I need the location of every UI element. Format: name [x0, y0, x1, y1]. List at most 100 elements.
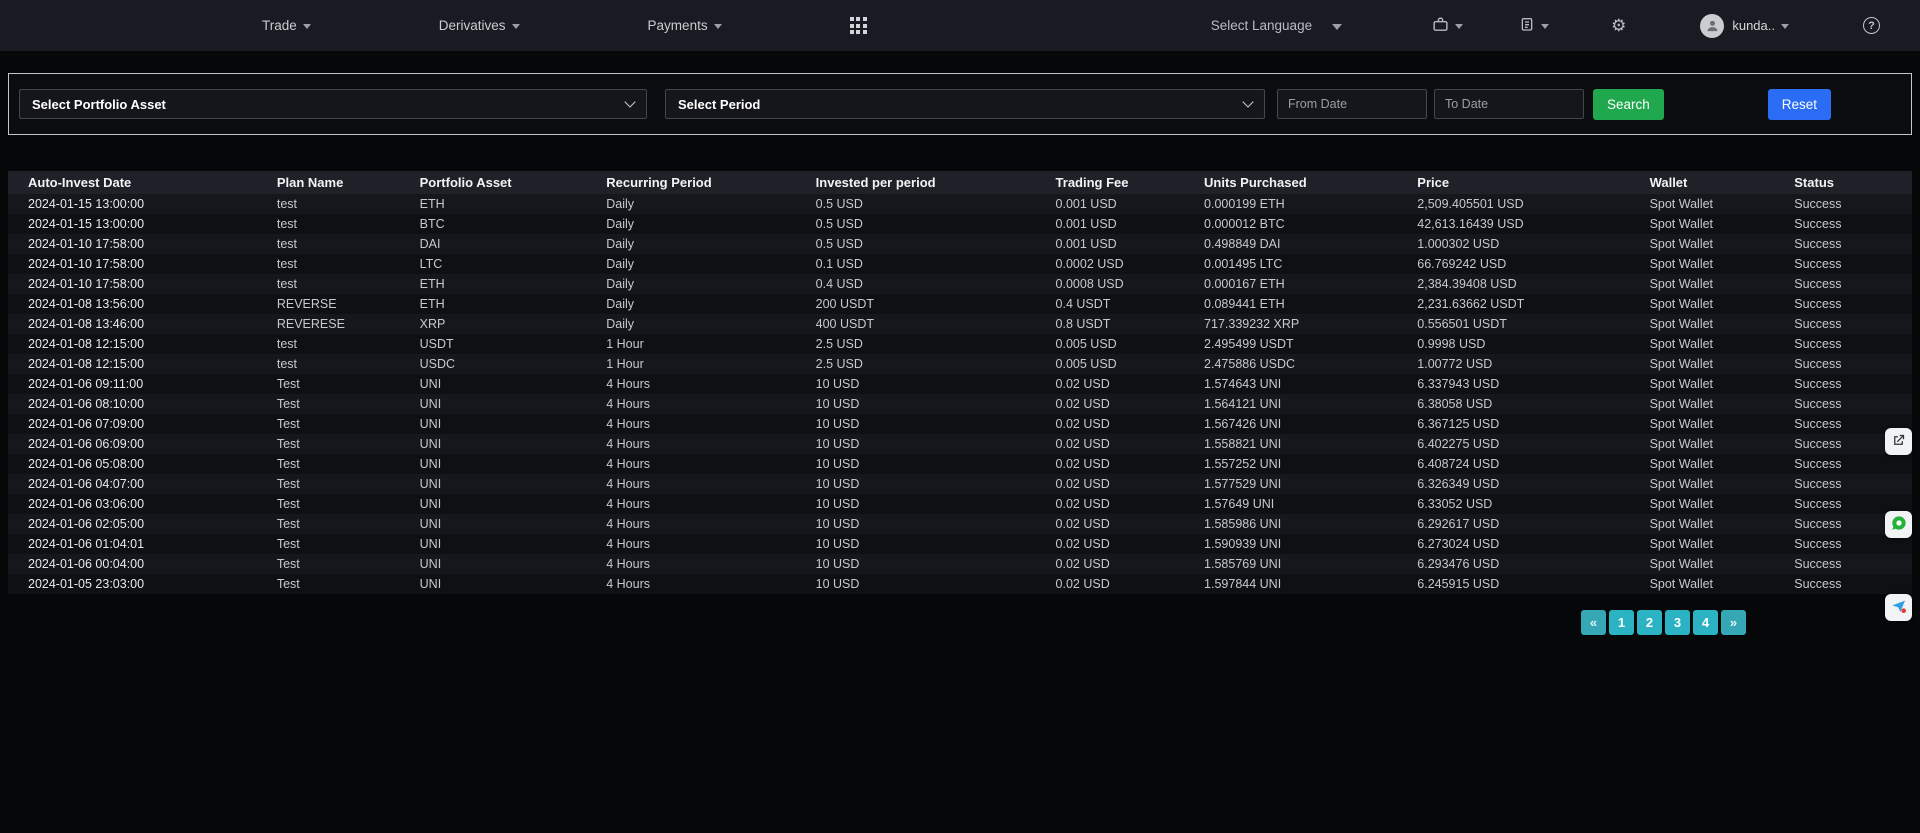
table-cell: 10 USD — [808, 454, 1048, 474]
table-cell: 6.326349 USD — [1409, 474, 1641, 494]
nav-item-trade[interactable]: Trade — [262, 18, 311, 33]
table-row: 2024-01-06 02:05:00TestUNI4 Hours10 USD0… — [8, 514, 1912, 534]
table-cell: 4 Hours — [598, 554, 807, 574]
table-cell: Spot Wallet — [1642, 254, 1787, 274]
portfolio-asset-select[interactable]: Select Portfolio Asset — [19, 89, 647, 119]
table-cell: UNI — [412, 394, 599, 414]
table-cell: 2024-01-10 17:58:00 — [8, 234, 269, 254]
table-cell: 2024-01-06 05:08:00 — [8, 454, 269, 474]
table-cell: 2024-01-06 06:09:00 — [8, 434, 269, 454]
table-cell: 2024-01-06 04:07:00 — [8, 474, 269, 494]
column-header: Auto-Invest Date — [8, 171, 269, 194]
table-cell: 2024-01-08 13:46:00 — [8, 314, 269, 334]
orders-icon — [1519, 16, 1535, 35]
pagination-page-4[interactable]: 4 — [1693, 610, 1718, 635]
green-chat-icon — [1891, 515, 1907, 534]
table-cell: Spot Wallet — [1642, 214, 1787, 234]
column-header: Trading Fee — [1048, 171, 1197, 194]
table-cell: 1.558821 UNI — [1196, 434, 1409, 454]
chevron-down-icon — [624, 96, 635, 107]
table-cell: 4 Hours — [598, 454, 807, 474]
table-cell: 0.000167 ETH — [1196, 274, 1409, 294]
table-cell: 1.567426 UNI — [1196, 414, 1409, 434]
table-cell: 10 USD — [808, 474, 1048, 494]
table-cell: Spot Wallet — [1642, 314, 1787, 334]
table-cell: 10 USD — [808, 374, 1048, 394]
table-cell: 2.495499 USDT — [1196, 334, 1409, 354]
language-selector[interactable]: Select Language — [1211, 18, 1342, 33]
table-cell: 2024-01-06 00:04:00 — [8, 554, 269, 574]
table-cell: 4 Hours — [598, 434, 807, 454]
from-date-input[interactable] — [1277, 89, 1427, 119]
pagination-page-3[interactable]: 3 — [1665, 610, 1690, 635]
wallet-menu[interactable] — [1432, 16, 1463, 36]
table-cell: test — [269, 334, 412, 354]
pagination-prev[interactable]: « — [1581, 610, 1606, 635]
settings-button[interactable]: ⚙ — [1611, 17, 1626, 34]
nav-item-label: Trade — [262, 18, 297, 33]
table-cell: 6.38058 USD — [1409, 394, 1641, 414]
table-cell: UNI — [412, 534, 599, 554]
table-cell: 6.245915 USD — [1409, 574, 1641, 594]
table-cell: Spot Wallet — [1642, 554, 1787, 574]
help-button[interactable]: ? — [1863, 17, 1880, 34]
table-cell: 1.597844 UNI — [1196, 574, 1409, 594]
table-cell: Spot Wallet — [1642, 494, 1787, 514]
column-header: Units Purchased — [1196, 171, 1409, 194]
table-cell: Success — [1786, 274, 1912, 294]
table-row: 2024-01-15 13:00:00testETHDaily0.5 USD0.… — [8, 194, 1912, 214]
column-header: Recurring Period — [598, 171, 807, 194]
messenger-widget-button[interactable] — [1885, 594, 1912, 621]
table-cell: 0.000199 ETH — [1196, 194, 1409, 214]
share-widget-button[interactable] — [1885, 428, 1912, 455]
table-cell: 0.02 USD — [1048, 414, 1197, 434]
pagination-next[interactable]: » — [1721, 610, 1746, 635]
table-cell: 0.9998 USD — [1409, 334, 1641, 354]
nav-item-payments[interactable]: Payments — [648, 18, 722, 33]
auto-invest-history: Auto-Invest DatePlan NamePortfolio Asset… — [8, 171, 1912, 635]
table-cell: UNI — [412, 414, 599, 434]
language-label: Select Language — [1211, 18, 1312, 33]
table-cell: LTC — [412, 254, 599, 274]
table-cell: 10 USD — [808, 514, 1048, 534]
table-cell: Spot Wallet — [1642, 274, 1787, 294]
table-cell: Daily — [598, 274, 807, 294]
to-date-input[interactable] — [1434, 89, 1584, 119]
nav-item-derivatives[interactable]: Derivatives — [439, 18, 520, 33]
reset-button[interactable]: Reset — [1768, 89, 1831, 120]
table-row: 2024-01-05 23:03:00TestUNI4 Hours10 USD0… — [8, 574, 1912, 594]
orders-menu[interactable] — [1519, 16, 1549, 35]
table-cell: 0.089441 ETH — [1196, 294, 1409, 314]
table-cell: Test — [269, 574, 412, 594]
table-cell: 0.02 USD — [1048, 534, 1197, 554]
table-cell: Daily — [598, 314, 807, 334]
table-cell: REVERESE — [269, 314, 412, 334]
table-cell: 6.408724 USD — [1409, 454, 1641, 474]
chevron-down-icon — [1242, 96, 1253, 107]
table-cell: 1.574643 UNI — [1196, 374, 1409, 394]
table-cell: Spot Wallet — [1642, 354, 1787, 374]
table-cell: test — [269, 254, 412, 274]
table-cell: 4 Hours — [598, 414, 807, 434]
table-cell: 1.00772 USD — [1409, 354, 1641, 374]
table-row: 2024-01-06 08:10:00TestUNI4 Hours10 USD0… — [8, 394, 1912, 414]
search-button[interactable]: Search — [1593, 89, 1664, 120]
table-cell: Daily — [598, 214, 807, 234]
table-cell: 0.001 USD — [1048, 214, 1197, 234]
apps-grid-icon[interactable] — [850, 17, 867, 34]
period-select[interactable]: Select Period — [665, 89, 1265, 119]
pagination-page-2[interactable]: 2 — [1637, 610, 1662, 635]
pagination-page-1[interactable]: 1 — [1609, 610, 1634, 635]
table-cell: 0.005 USD — [1048, 334, 1197, 354]
column-header: Portfolio Asset — [412, 171, 599, 194]
table-cell: UNI — [412, 474, 599, 494]
table-cell: 10 USD — [808, 574, 1048, 594]
table-cell: ETH — [412, 294, 599, 314]
table-cell: 0.0002 USD — [1048, 254, 1197, 274]
table-cell: Test — [269, 414, 412, 434]
chat-widget-button[interactable] — [1885, 511, 1912, 538]
table-cell: 2.5 USD — [808, 354, 1048, 374]
table-row: 2024-01-10 17:58:00testLTCDaily0.1 USD0.… — [8, 254, 1912, 274]
table-cell: BTC — [412, 214, 599, 234]
user-menu[interactable]: kunda.. — [1700, 14, 1789, 38]
